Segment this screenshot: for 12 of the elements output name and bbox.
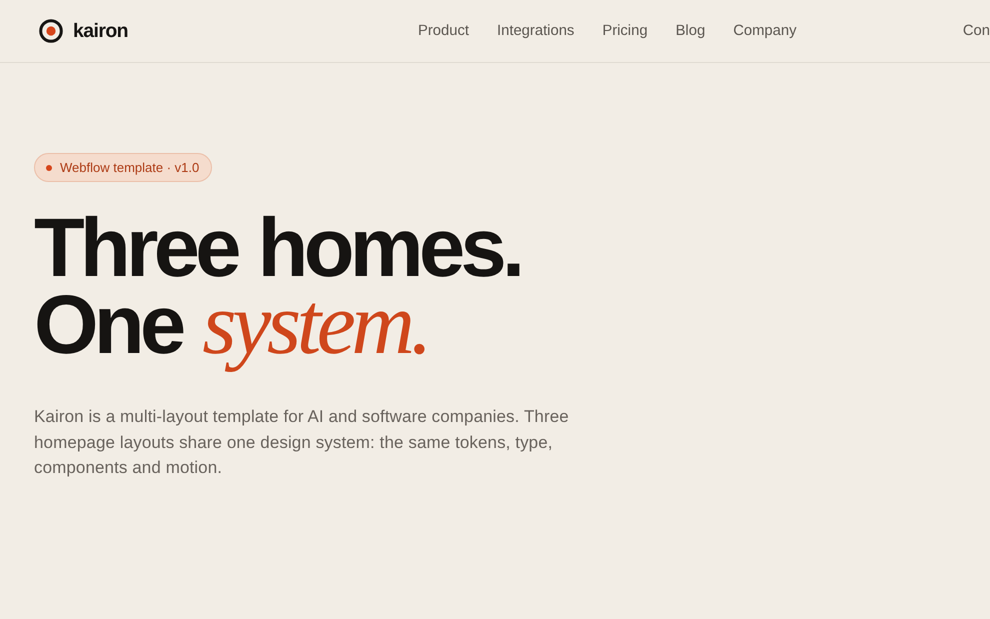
nav-link[interactable]: Con — [962, 23, 990, 39]
logo-icon[interactable] — [39, 19, 63, 43]
nav-link[interactable]: Pricing — [602, 23, 648, 39]
brand-name[interactable]: kairon — [73, 20, 128, 42]
nav-link[interactable]: Company — [733, 23, 797, 39]
nav-link[interactable]: Blog — [676, 23, 706, 39]
status-dot-icon — [46, 164, 52, 170]
nav-link[interactable]: Product — [418, 23, 469, 39]
nav-link[interactable]: Integrations — [497, 23, 574, 39]
hero-headline: Three homes. One system. — [34, 209, 522, 375]
hero-description: Kairon is a multi-layout template for AI and software companies. Three homepage layouts share one design system: the same tokens, type, components and motion. — [34, 406, 570, 479]
template-version-label: Webflow template · v1.0 — [60, 160, 200, 175]
